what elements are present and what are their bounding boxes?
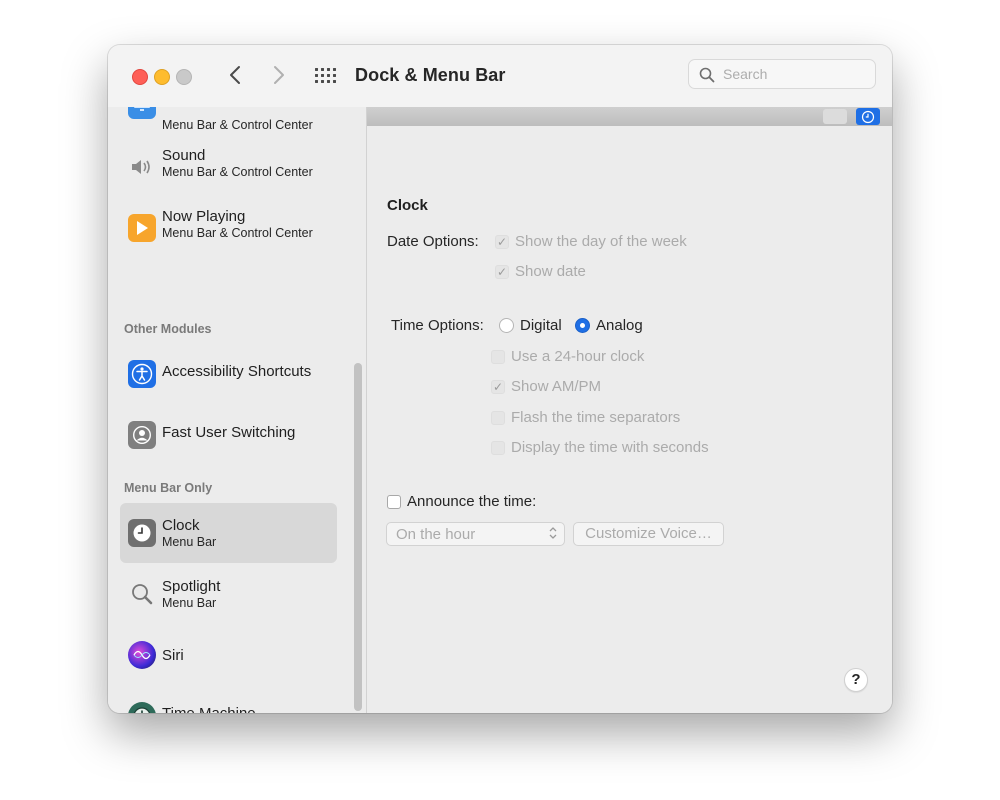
section-label-other-modules: Other Modules (124, 322, 212, 336)
clock-settings-pane: Clock Date Options: ✓ Show the day of th… (367, 107, 892, 713)
sidebar-item-subtitle: Menu Bar & Control Center (162, 118, 313, 132)
announce-time-option[interactable]: Announce the time: (387, 493, 536, 510)
sidebar-item-title: Spotlight (162, 578, 221, 595)
flash-separators-checkbox[interactable] (491, 410, 505, 425)
system-preferences-window: Dock & Menu Bar Menu Bar & Control Cente… (108, 45, 892, 713)
chevron-right-icon (274, 66, 284, 84)
magnifier-icon (128, 580, 156, 608)
search-icon (699, 67, 715, 83)
user-switch-icon (128, 421, 156, 449)
sidebar-item-spotlight[interactable]: Spotlight Menu Bar (120, 564, 337, 624)
speaker-icon (128, 153, 156, 181)
time-style-digital-option[interactable]: Digital (499, 317, 562, 334)
use-24-hour-option[interactable]: Use a 24-hour clock (491, 348, 644, 365)
menu-bar-preview (367, 107, 892, 126)
display-seconds-option[interactable]: Display the time with seconds (491, 439, 709, 456)
announce-interval-select[interactable]: On the hour (386, 522, 565, 546)
section-heading-clock: Clock (387, 197, 428, 214)
announce-interval-value: On the hour (396, 526, 476, 543)
sidebar-item-title: Clock (162, 517, 200, 534)
sidebar-item-now-playing[interactable]: Now Playing Menu Bar & Control Center (120, 198, 337, 258)
sidebar-item-subtitle: Menu Bar (162, 596, 217, 610)
search-field[interactable] (688, 59, 876, 89)
sidebar-item-title: Fast User Switching (162, 424, 296, 441)
show-day-of-week-checkbox[interactable]: ✓ (495, 234, 509, 249)
analog-clock-icon (856, 108, 880, 125)
show-date-option[interactable]: ✓ Show date (495, 263, 586, 280)
title-bar: Dock & Menu Bar (108, 45, 892, 108)
digital-radio[interactable] (499, 318, 514, 333)
zoom-button[interactable] (176, 69, 192, 85)
sidebar-item-clock[interactable]: Clock Menu Bar (120, 503, 337, 563)
display-seconds-label: Display the time with seconds (511, 439, 709, 456)
show-day-of-week-label: Show the day of the week (515, 233, 687, 250)
back-button[interactable] (224, 61, 246, 89)
show-am-pm-label: Show AM/PM (511, 378, 602, 395)
display-seconds-checkbox[interactable] (491, 440, 505, 455)
sidebar: Menu Bar & Control Center Sound Menu Bar… (108, 107, 366, 713)
menu-bar-item-icon (823, 109, 847, 124)
show-am-pm-checkbox[interactable]: ✓ (491, 379, 505, 394)
show-date-checkbox[interactable]: ✓ (495, 264, 509, 279)
siri-icon (128, 641, 156, 669)
flash-separators-option[interactable]: Flash the time separators (491, 409, 680, 426)
checkmark-icon: ✓ (496, 264, 508, 279)
minimize-button[interactable] (154, 69, 170, 85)
display-icon (128, 107, 156, 119)
sidebar-item-title: Sound (162, 147, 206, 164)
sidebar-item-title: Now Playing (162, 208, 246, 225)
digital-label: Digital (520, 317, 562, 334)
time-style-analog-option[interactable]: Analog (575, 317, 643, 334)
flash-separators-label: Flash the time separators (511, 409, 681, 426)
show-day-of-week-option[interactable]: ✓ Show the day of the week (495, 233, 687, 250)
sidebar-item-title: Time Machine (162, 705, 256, 713)
sidebar-item-fast-user-switching[interactable]: Fast User Switching (120, 405, 337, 465)
checkmark-icon: ✓ (496, 234, 508, 249)
announce-time-label: Announce the time: (407, 493, 537, 510)
date-options-label: Date Options: (387, 233, 479, 250)
analog-radio[interactable] (575, 318, 590, 333)
show-am-pm-option[interactable]: ✓ Show AM/PM (491, 378, 601, 395)
sidebar-item-subtitle: Menu Bar & Control Center (162, 165, 313, 179)
announce-time-checkbox[interactable] (387, 494, 401, 509)
time-machine-icon (128, 702, 156, 713)
sidebar-item-subtitle: Menu Bar & Control Center (162, 226, 313, 240)
sidebar-item-subtitle: Menu Bar (162, 535, 217, 549)
clock-icon (128, 519, 156, 547)
show-date-label: Show date (515, 263, 586, 280)
chevron-up-down-icon (549, 526, 557, 541)
accessibility-icon (128, 360, 156, 388)
time-options-label: Time Options: (391, 317, 484, 334)
sidebar-scroll-thumb[interactable] (354, 363, 362, 711)
sidebar-item-time-machine[interactable]: Time Machine (120, 686, 337, 713)
window-title: Dock & Menu Bar (355, 65, 506, 85)
sidebar-item-sound[interactable]: Sound Menu Bar & Control Center (120, 137, 337, 197)
sidebar-item-siri[interactable]: Siri (120, 625, 337, 685)
search-input[interactable] (723, 64, 863, 84)
chevron-left-icon (230, 66, 240, 84)
close-button[interactable] (132, 69, 148, 85)
forward-button[interactable] (268, 61, 290, 89)
checkmark-icon: ✓ (492, 379, 504, 394)
sidebar-item-display[interactable]: Menu Bar & Control Center (120, 107, 337, 135)
sidebar-item-title: Accessibility Shortcuts (162, 363, 312, 380)
help-button[interactable]: ? (844, 668, 868, 692)
sidebar-item-accessibility-shortcuts[interactable]: Accessibility Shortcuts (120, 344, 337, 404)
section-label-menu-bar-only: Menu Bar Only (124, 481, 213, 495)
use-24-hour-label: Use a 24-hour clock (511, 348, 645, 365)
sidebar-item-title: Siri (162, 647, 184, 664)
grid-icon (315, 68, 336, 83)
play-icon (128, 214, 156, 242)
analog-label: Analog (596, 317, 643, 334)
use-24-hour-checkbox[interactable] (491, 349, 505, 364)
customize-voice-button[interactable]: Customize Voice… (573, 522, 724, 546)
show-all-button[interactable] (314, 65, 338, 87)
